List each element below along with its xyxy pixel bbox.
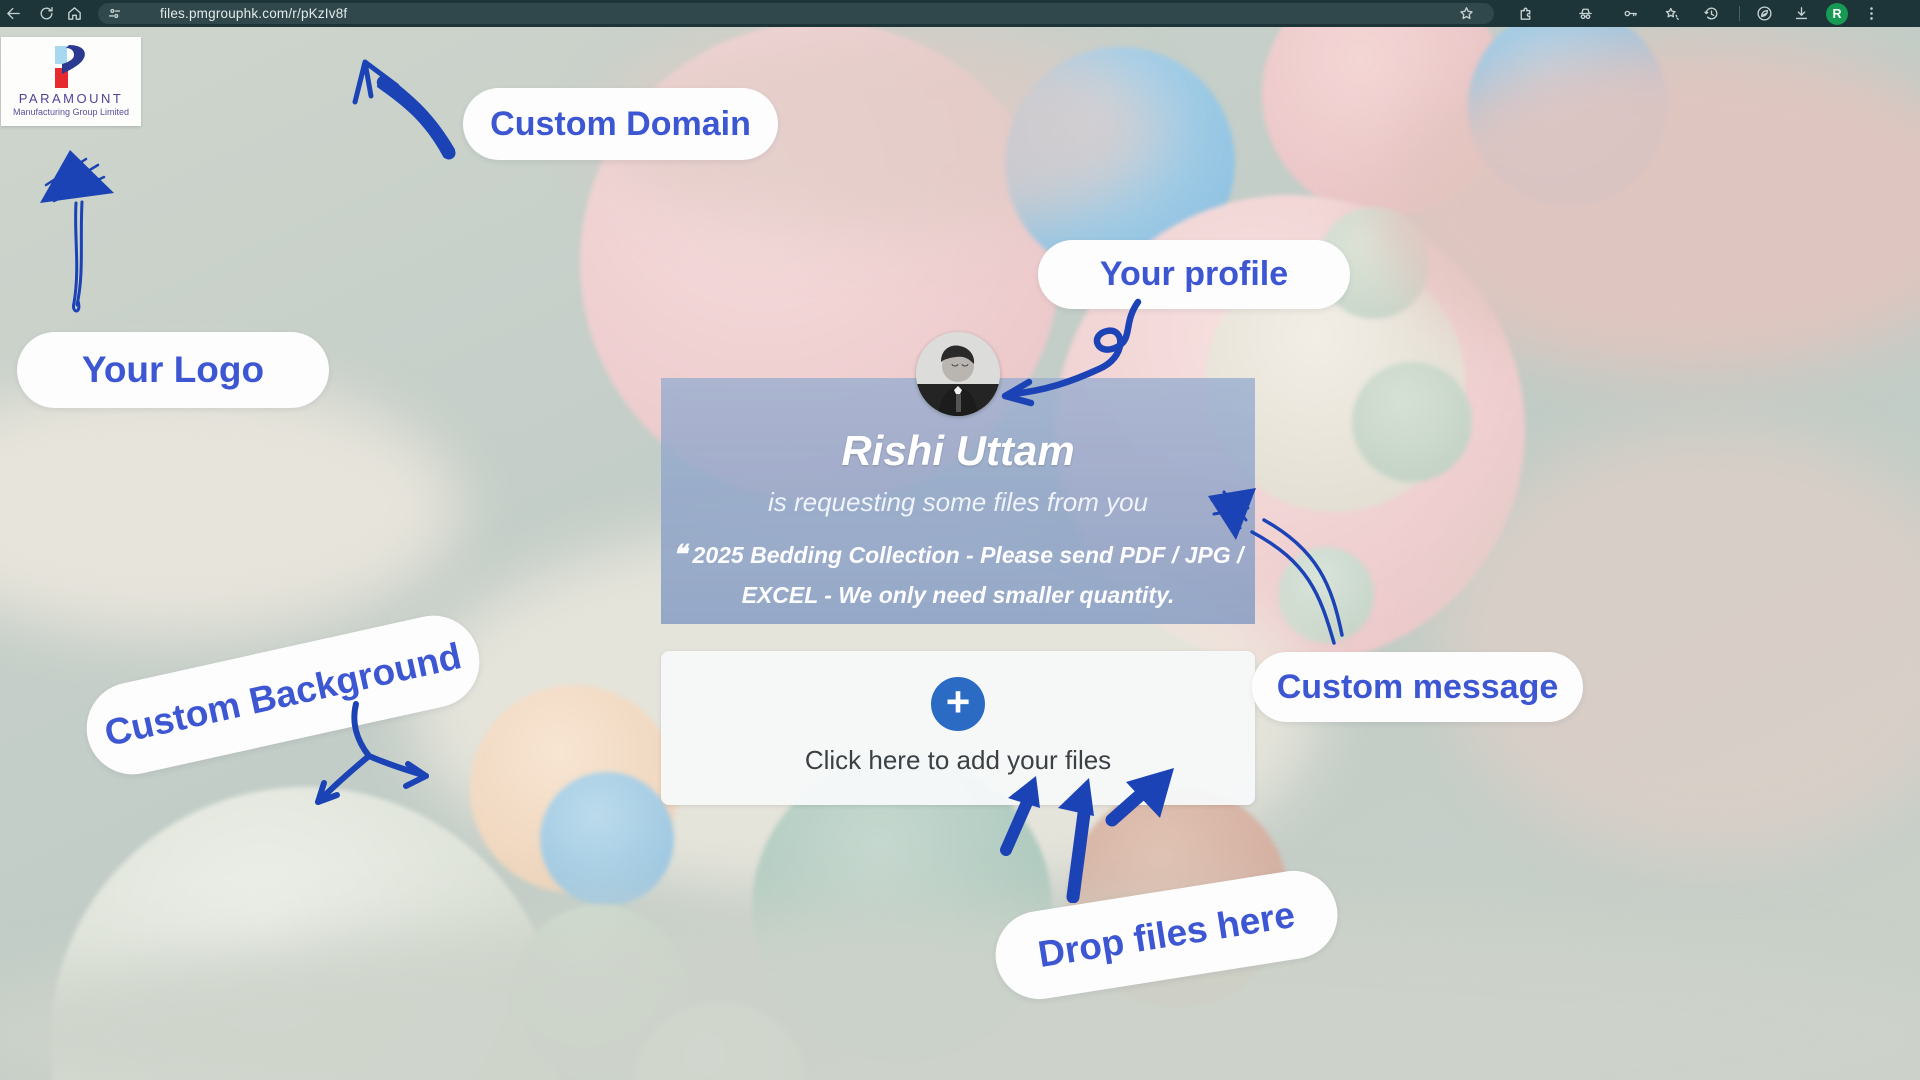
- site-info-icon[interactable]: [105, 4, 124, 23]
- bookmark-star-icon[interactable]: [1457, 4, 1476, 23]
- quote-icon: ❝: [673, 539, 687, 569]
- paramount-logo-mark: [54, 45, 88, 89]
- toolbar-separator: [1739, 6, 1740, 21]
- add-files-plus-button[interactable]: +: [931, 677, 985, 731]
- annotation-your-logo: Your Logo: [17, 332, 329, 408]
- sparkle-star-icon[interactable]: [1662, 4, 1681, 23]
- file-request-page: PARAMOUNT Manufacturing Group Limited Ri…: [0, 27, 1920, 1080]
- extensions-icon[interactable]: [1516, 4, 1535, 23]
- download-icon[interactable]: [1792, 4, 1811, 23]
- menu-kebab-icon[interactable]: [1862, 4, 1881, 23]
- history-icon[interactable]: [1702, 4, 1721, 23]
- annotation-custom-message: Custom message: [1252, 652, 1583, 722]
- request-subtitle: is requesting some files from you: [661, 487, 1255, 518]
- message-line-2: EXCEL - We only need smaller quantity.: [742, 582, 1175, 608]
- bg-cloud-left: [0, 377, 460, 637]
- back-icon[interactable]: [4, 4, 23, 23]
- bg-sphere-sage-2: [1352, 362, 1472, 482]
- custom-domain-arrow: [345, 50, 460, 160]
- your-profile-arrow: [985, 295, 1155, 415]
- key-icon[interactable]: [1621, 4, 1640, 23]
- incognito-icon[interactable]: [1576, 4, 1595, 23]
- logo-subtitle: Manufacturing Group Limited: [13, 107, 129, 117]
- screen: files.pmgrouphk.com/r/pKzIv8f R: [0, 0, 1920, 1080]
- home-icon[interactable]: [65, 4, 84, 23]
- custom-message-text: ❝2025 Bedding Collection - Please send P…: [661, 534, 1255, 615]
- message-line-1: 2025 Bedding Collection - Please send PD…: [693, 542, 1244, 568]
- annotation-custom-domain: Custom Domain: [463, 88, 778, 160]
- reload-icon[interactable]: [37, 4, 56, 23]
- leaf-icon[interactable]: [1755, 4, 1774, 23]
- custom-background-arrow: [296, 700, 441, 820]
- browser-toolbar: files.pmgrouphk.com/r/pKzIv8f R: [0, 0, 1920, 27]
- url-bar[interactable]: files.pmgrouphk.com/r/pKzIv8f: [98, 3, 1494, 24]
- file-request-card: Rishi Uttam is requesting some files fro…: [661, 378, 1255, 624]
- company-logo: PARAMOUNT Manufacturing Group Limited: [1, 37, 141, 126]
- your-logo-arrow: [38, 145, 123, 315]
- logo-title: PARAMOUNT: [19, 91, 124, 106]
- drop-files-arrows: [988, 758, 1198, 903]
- custom-message-arrow: [1192, 478, 1347, 653]
- url-text: files.pmgrouphk.com/r/pKzIv8f: [160, 6, 347, 21]
- bg-sphere-blue-left: [540, 772, 674, 906]
- requester-name: Rishi Uttam: [661, 427, 1255, 475]
- browser-profile-avatar[interactable]: R: [1826, 3, 1848, 25]
